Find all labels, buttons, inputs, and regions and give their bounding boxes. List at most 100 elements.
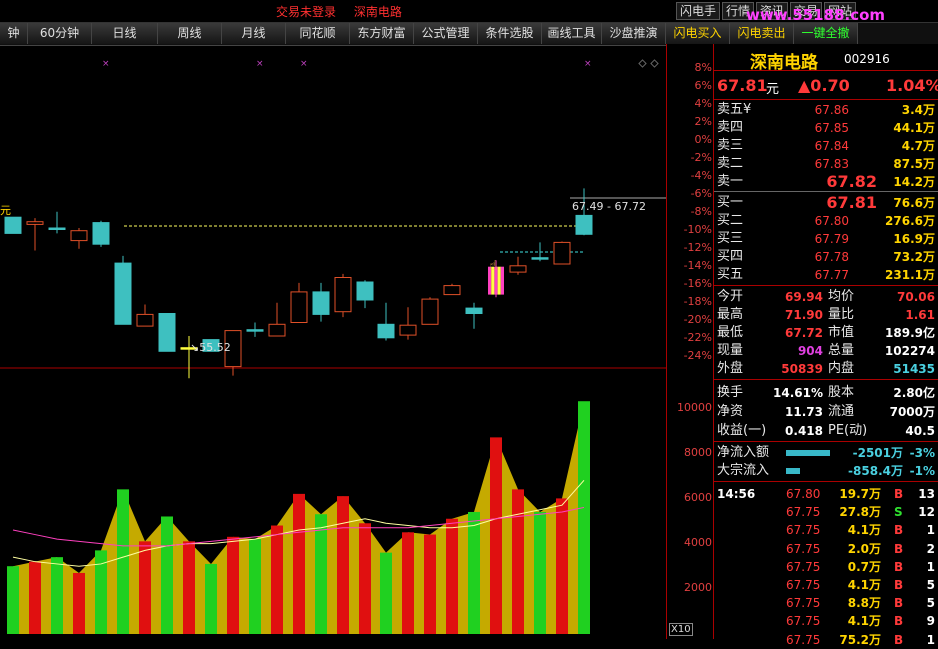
tick-price: 67.75 xyxy=(786,632,821,647)
stat-label: 总量 xyxy=(828,343,855,358)
menu-flash-hand[interactable]: 闪电手 xyxy=(676,2,721,20)
toolbar-btn-8[interactable]: 条件选股 xyxy=(478,23,542,44)
candle xyxy=(553,241,571,265)
ask-price: 67.83 xyxy=(814,157,849,171)
ask-row: 卖四 67.85 44.1万 xyxy=(714,119,938,137)
stat-label: 市值 xyxy=(828,325,855,340)
stat-value: 904 xyxy=(797,344,823,358)
stat-value: 189.9亿 xyxy=(885,326,935,340)
tick-vol: 2.0万 xyxy=(847,541,881,556)
toolbar-btn-0[interactable]: 钟 xyxy=(0,23,28,44)
volume-bar xyxy=(424,534,436,634)
volume-bar xyxy=(380,552,392,634)
toolbar-btn-7[interactable]: 公式管理 xyxy=(414,23,478,44)
toolbar-btn-1[interactable]: 60分钟 xyxy=(28,23,92,44)
tick-count: 5 xyxy=(926,596,935,611)
toolbar-btn-12[interactable]: 闪电卖出 xyxy=(730,23,794,44)
ask-row: 卖二 67.83 87.5万 xyxy=(714,155,938,173)
tick-price: 67.75 xyxy=(786,559,821,574)
tick-count: 13 xyxy=(918,487,935,501)
range-label: 67.49 - 67.72 xyxy=(572,200,646,213)
volume-bar xyxy=(534,511,546,634)
tick-count: 2 xyxy=(926,541,935,556)
bid-vol: 16.9万 xyxy=(893,232,935,246)
tick-row: 67.75 4.1万 B 5 xyxy=(714,576,938,594)
flow-pct: -1% xyxy=(909,464,935,478)
toolbar: 钟 60分钟 日线 周线 月线 同花顺 东方财富 公式管理 条件选股 画线工具 沙盘推演 闪电买入 闪电… xyxy=(0,22,938,46)
candle xyxy=(509,256,527,275)
tick-side: B xyxy=(894,614,904,629)
tick-price: 67.75 xyxy=(786,614,821,629)
last-price: 67.81 xyxy=(717,76,768,95)
price-row: 67.81 元 ▲0.70 1.04% xyxy=(714,74,938,97)
bid-price: 67.78 xyxy=(814,250,849,264)
toolbar-btn-5[interactable]: 同花顺 xyxy=(286,23,350,44)
toolbar-btn-3[interactable]: 周线 xyxy=(158,23,222,44)
y-tick: -12% xyxy=(683,241,712,254)
stat-label: 股本 xyxy=(828,385,855,400)
volume-bar xyxy=(29,561,41,634)
toolbar-btn-4[interactable]: 月线 xyxy=(222,23,286,44)
bid-label: 买三 xyxy=(717,231,744,246)
volume-bar xyxy=(359,523,371,634)
quote-panel: 深南电路 002916 67.81 元 ▲0.70 1.04% 卖五¥ 67.86… xyxy=(713,44,938,647)
volume-bar xyxy=(490,437,502,634)
y-tick: -14% xyxy=(683,259,712,272)
stat-label: 净资 xyxy=(717,404,744,419)
bid-price: 67.81 xyxy=(826,193,877,212)
y-tick: -20% xyxy=(683,313,712,326)
vol-tick: 10000 xyxy=(677,401,712,414)
y-tick: -22% xyxy=(683,331,712,344)
ask-vol: 87.5万 xyxy=(893,157,935,171)
kline-chart[interactable]: × × × × ↘55.52 67.49 - 67.72 元 ☝ xyxy=(0,44,666,639)
tick-price: 67.75 xyxy=(786,541,821,556)
bid-price: 67.77 xyxy=(814,268,849,282)
volume-bar xyxy=(73,572,85,634)
tick-price: 67.75 xyxy=(786,596,821,611)
bid-row: 买一 67.81 76.6万 xyxy=(714,194,938,212)
candle xyxy=(268,302,286,337)
stat-label: 均价 xyxy=(828,289,855,304)
tick-count: 9 xyxy=(926,614,935,629)
tick-count: 12 xyxy=(918,505,935,520)
toolbar-btn-6[interactable]: 东方财富 xyxy=(350,23,414,44)
tick-row: 67.75 75.2万 B 1 xyxy=(714,631,938,649)
y-tick: 6% xyxy=(694,79,712,92)
stat-value: 69.94 xyxy=(785,290,823,304)
y-tick: 2% xyxy=(694,115,712,128)
ask-label: 卖四 xyxy=(717,120,744,135)
tick-time: 14:56 xyxy=(717,487,756,501)
flow-label: 净流入额 xyxy=(717,445,770,460)
tick-price: 67.80 xyxy=(786,487,821,501)
volume-unit: X10 xyxy=(669,623,693,636)
ask-label: 卖二 xyxy=(717,156,744,171)
tick-price: 67.75 xyxy=(786,578,821,592)
candle xyxy=(26,218,44,251)
y-tick: -2% xyxy=(690,151,712,164)
tick-vol: 8.8万 xyxy=(847,596,881,611)
tick-side: B xyxy=(894,559,904,574)
stat-label: 量比 xyxy=(828,307,855,322)
stat-value: 51435 xyxy=(893,362,935,376)
y-tick: -8% xyxy=(690,205,712,218)
low-label: ↘55.52 xyxy=(190,341,231,354)
toolbar-btn-2[interactable]: 日线 xyxy=(92,23,158,44)
vol-tick: 4000 xyxy=(684,536,712,549)
stat-label: 内盘 xyxy=(828,361,855,376)
volume-bar xyxy=(271,525,283,634)
bid-row: 买五 67.77 231.1万 xyxy=(714,266,938,284)
toolbar-btn-13[interactable]: 一键全撤 xyxy=(794,23,858,44)
stat-label: 最低 xyxy=(717,325,744,340)
candle xyxy=(114,255,132,325)
volume-bar xyxy=(315,514,327,634)
price-unit: 元 xyxy=(766,82,780,97)
y-axis: 8% 6% 4% 2% 0% -2% -4% -6% -8% -10% -12% -14% -16% -1… xyxy=(666,44,714,639)
toolbar-btn-11[interactable]: 闪电买入 xyxy=(666,23,730,44)
flow-pct: -3% xyxy=(909,446,935,460)
volume-bar xyxy=(161,516,173,634)
toolbar-btn-10[interactable]: 沙盘推演 xyxy=(602,23,666,44)
stat-value: 11.73 xyxy=(785,405,823,419)
toolbar-btn-9[interactable]: 画线工具 xyxy=(542,23,602,44)
stat-value: 71.90 xyxy=(785,308,823,322)
y-tick: 8% xyxy=(694,61,712,74)
